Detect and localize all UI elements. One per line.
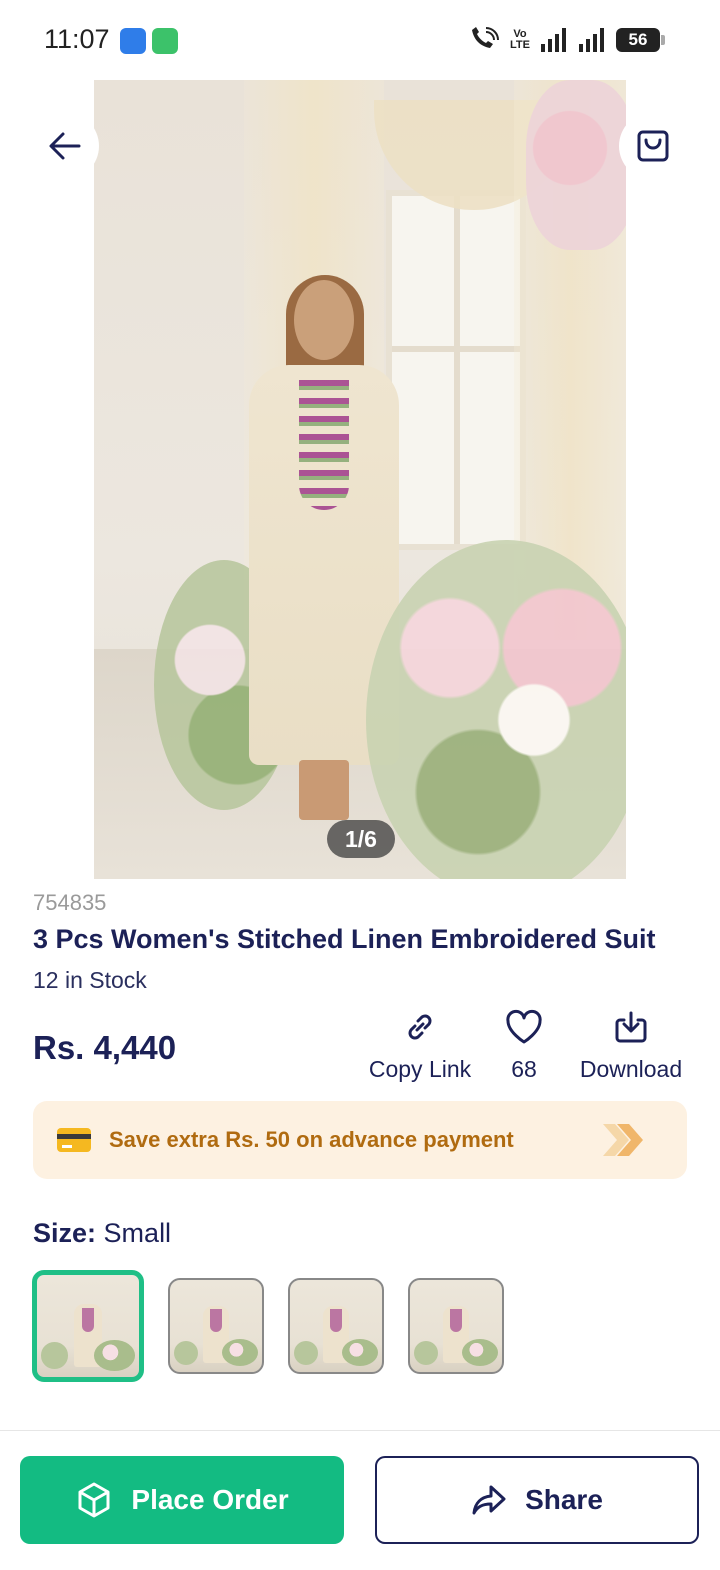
image-counter: 1/6 [327, 820, 395, 858]
thumb-detail [81, 1307, 95, 1333]
share-label: Share [525, 1484, 603, 1515]
advance-payment-banner[interactable]: Save extra Rs. 50 on advance payment [33, 1101, 687, 1179]
share-button[interactable]: Share [375, 1456, 699, 1544]
thumb-detail [341, 1338, 379, 1367]
thumb-detail [210, 1309, 222, 1332]
like-button[interactable]: 68 [496, 1008, 552, 1083]
credit-card-icon [57, 1128, 91, 1152]
variant-thumbnail[interactable] [408, 1278, 504, 1374]
place-order-label: Place Order [131, 1484, 289, 1515]
notification-icons [120, 28, 178, 54]
volte-text-2: LTE [510, 39, 530, 51]
promo-text: Save extra Rs. 50 on advance payment [109, 1127, 514, 1152]
image-detail [366, 540, 626, 879]
image-detail [526, 80, 626, 250]
double-chevron-right-icon [603, 1124, 643, 1156]
place-order-button[interactable]: Place Order [20, 1456, 344, 1544]
image-detail [386, 190, 526, 550]
cart-button[interactable] [619, 112, 687, 180]
size-label: Size: Small [33, 1218, 171, 1249]
thumb-detail [450, 1309, 462, 1332]
heart-icon [506, 1009, 542, 1044]
stock-status: 12 in Stock [33, 967, 147, 993]
like-count: 68 [511, 1056, 537, 1082]
copy-link-button[interactable]: Copy Link [366, 1008, 474, 1083]
thumb-detail [293, 1340, 318, 1365]
variant-thumbnail[interactable] [288, 1278, 384, 1374]
image-detail [299, 760, 349, 820]
variant-thumbnail-selected[interactable] [32, 1270, 144, 1382]
copy-link-label: Copy Link [368, 1056, 472, 1082]
product-price: Rs. 4,440 [33, 1029, 177, 1066]
arrow-left-icon [49, 132, 81, 160]
share-arrow-icon [472, 1485, 506, 1515]
thumb-detail [41, 1342, 68, 1369]
thumb-detail [173, 1340, 198, 1365]
image-detail [299, 380, 349, 510]
link-icon [408, 1014, 432, 1040]
messenger-app-icon [152, 28, 178, 54]
download-button[interactable]: Download [575, 1008, 687, 1083]
back-button[interactable] [31, 112, 99, 180]
wifi-call-icon [472, 27, 500, 48]
thumb-detail [94, 1340, 135, 1371]
thumb-detail [461, 1338, 499, 1367]
download-icon [615, 1011, 647, 1043]
status-right: Vo LTE 56 [468, 26, 665, 54]
size-heading: Size: [33, 1218, 97, 1248]
product-image[interactable]: 1/6 [94, 80, 626, 879]
product-sku: 754835 [33, 890, 107, 915]
box-icon [78, 1482, 110, 1518]
thumb-detail [413, 1340, 438, 1365]
battery-icon: 56 [616, 28, 665, 52]
signal-icon-2 [579, 28, 604, 52]
size-value: Small [103, 1218, 172, 1248]
thumb-detail [330, 1309, 342, 1332]
status-time: 11:07 [44, 24, 110, 54]
volte-indicator: Vo LTE [510, 29, 530, 51]
thumb-detail [221, 1338, 259, 1367]
shopping-bag-icon [637, 130, 669, 162]
variant-thumbnail[interactable] [168, 1278, 264, 1374]
image-detail [294, 280, 354, 360]
status-bar: 11:07 Vo LTE 56 [0, 0, 720, 80]
sync-app-icon [120, 28, 146, 54]
download-label: Download [579, 1056, 683, 1082]
signal-icon [541, 28, 566, 52]
product-title: 3 Pcs Women's Stitched Linen Embroidered… [33, 924, 656, 954]
